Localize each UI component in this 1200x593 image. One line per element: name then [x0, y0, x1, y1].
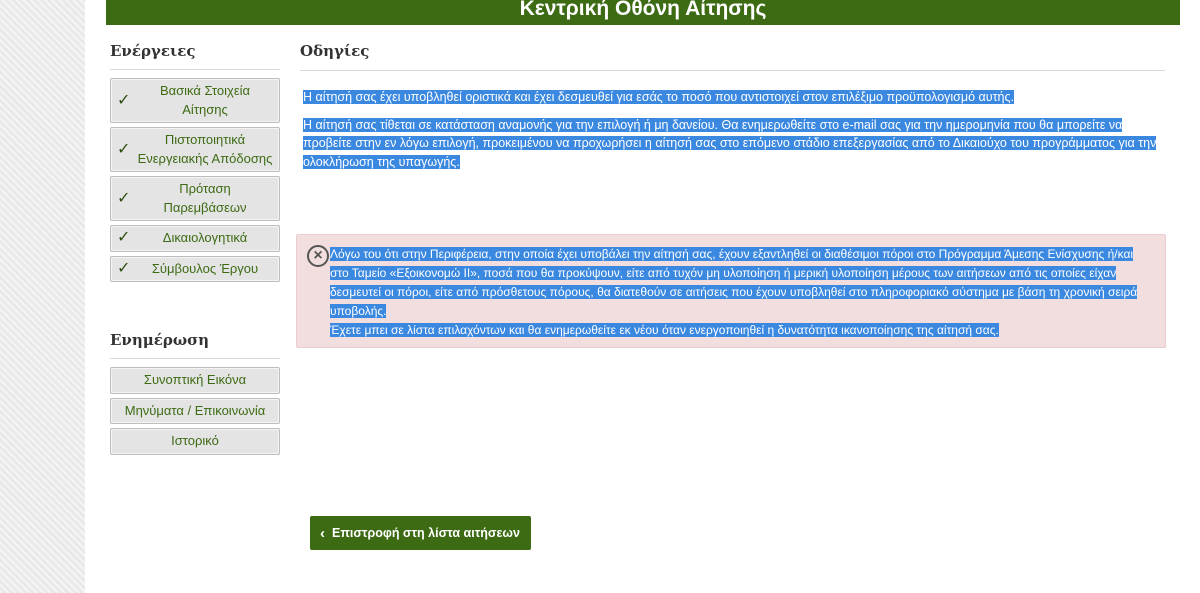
back-to-applications-button[interactable]: ‹ Επιστροφή στη λίστα αιτήσεων	[310, 516, 531, 550]
page-container: Κεντρική Οθόνη Αίτησης Ενέργειες ✓ Βασικ…	[85, 0, 1200, 593]
back-button-label: Επιστροφή στη λίστα αιτήσεων	[332, 526, 520, 540]
alert-text-2: Έχετε μπει σε λίστα επιλαχόντων και θα ε…	[330, 323, 999, 337]
check-icon: ✓	[117, 259, 131, 277]
alert-message: Λόγω του ότι στην Περιφέρεια, στην οποία…	[330, 245, 1145, 340]
sidebar-item-label: Πιστοποιητικά Ενεργειακής Απόδοσης	[137, 132, 273, 166]
instructions-text: Η αίτησή σας έχει υποβληθεί οριστικά και…	[303, 90, 1014, 104]
sidebar-item-label: Σύμβουλος Έργου	[151, 260, 259, 276]
sidebar-item-label: Πρόταση Παρεμβάσεων	[163, 181, 247, 215]
page-title: Κεντρική Οθόνη Αίτησης	[519, 0, 767, 20]
sidebar-item-label: Βασικά Στοιχεία Αίτησης	[159, 83, 251, 117]
sidebar-item-label: Μηνύματα / Επικοινωνία	[124, 402, 266, 418]
instructions-paragraph: Η αίτησή σας τίθεται σε κατάσταση αναμον…	[300, 116, 1165, 172]
sidebar-item-project-advisor[interactable]: ✓ Σύμβουλος Έργου	[110, 255, 280, 282]
page-title-bar: Κεντρική Οθόνη Αίτησης	[106, 0, 1180, 25]
waitlist-alert: × Λόγω του ότι στην Περιφέρεια, στην οπο…	[296, 234, 1166, 348]
sidebar-item-label: Συνοπτική Εικόνα	[143, 372, 247, 387]
check-icon: ✓	[117, 91, 131, 109]
sidebar-item-documents[interactable]: ✓ Δικαιολογητικά	[110, 225, 280, 252]
sidebar-item-energy-certificates[interactable]: ✓ Πιστοποιητικά Ενεργειακής Απόδοσης	[110, 127, 280, 172]
sidebar-item-history[interactable]: Ιστορικό	[110, 428, 280, 455]
instructions-text: Η αίτησή σας τίθεται σε κατάσταση αναμον…	[303, 117, 1157, 169]
alert-text-1: Λόγω του ότι στην Περιφέρεια, στην οποία…	[330, 247, 1138, 318]
check-icon: ✓	[117, 189, 131, 207]
sidebar: Ενέργειες ✓ Βασικά Στοιχεία Αίτησης ✓ Πι…	[110, 42, 280, 459]
instructions-heading: Οδηγίες	[300, 42, 1165, 71]
check-icon: ✓	[117, 140, 131, 158]
sidebar-item-messages[interactable]: Μηνύματα / Επικοινωνία	[110, 397, 280, 424]
instructions-paragraph: Η αίτησή σας έχει υποβληθεί οριστικά και…	[300, 88, 1165, 107]
sidebar-item-label: Ιστορικό	[171, 433, 219, 448]
sidebar-item-summary[interactable]: Συνοπτική Εικόνα	[110, 367, 280, 394]
actions-heading: Ενέργειες	[110, 42, 280, 70]
circle-x-icon: ×	[307, 245, 329, 267]
sidebar-item-interventions-proposal[interactable]: ✓ Πρόταση Παρεμβάσεων	[110, 176, 280, 221]
chevron-left-icon: ‹	[320, 524, 325, 542]
info-heading: Ενημέρωση	[110, 331, 280, 359]
sidebar-item-basic-info[interactable]: ✓ Βασικά Στοιχεία Αίτησης	[110, 78, 280, 123]
main-content: Οδηγίες Η αίτησή σας έχει υποβληθεί ορισ…	[300, 42, 1165, 171]
sidebar-item-label: Δικαιολογητικά	[162, 230, 248, 245]
check-icon: ✓	[117, 229, 131, 247]
